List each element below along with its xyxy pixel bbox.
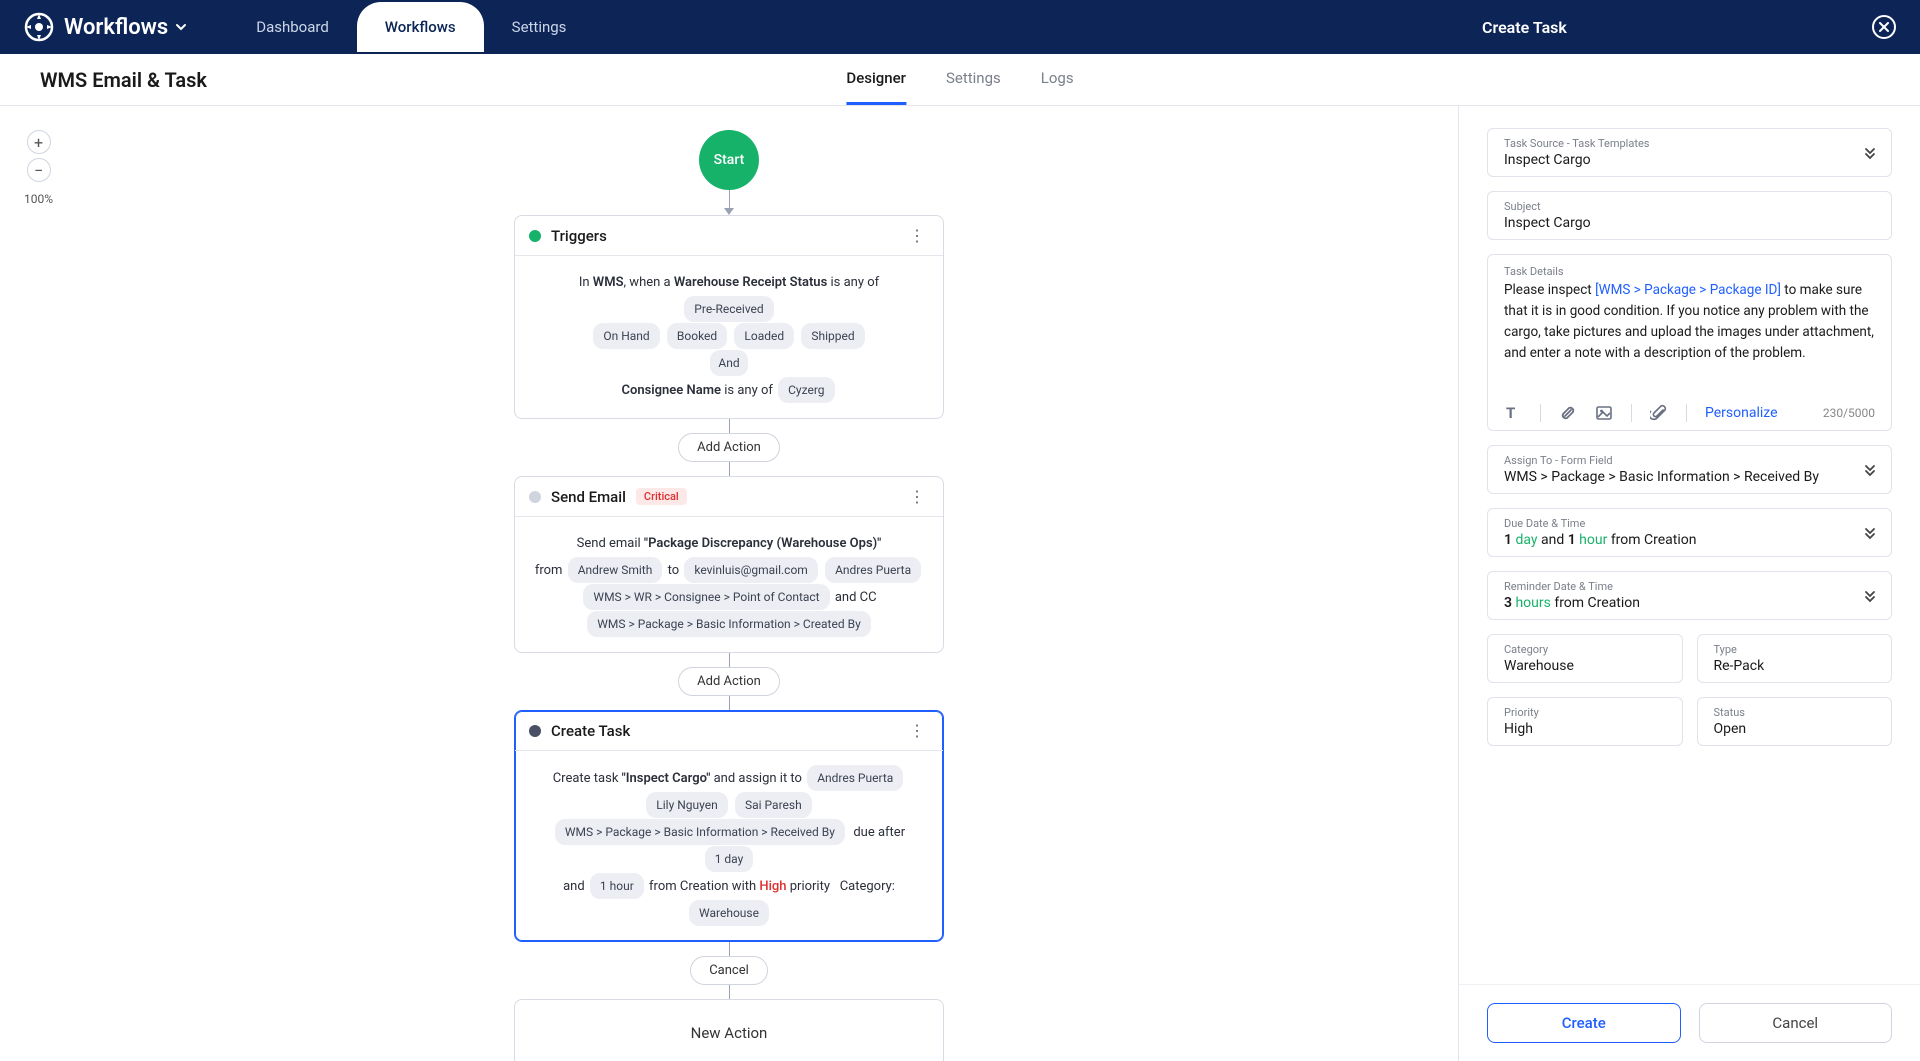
chip-status: Pre-Received — [684, 296, 773, 322]
subtab-logs[interactable]: Logs — [1041, 54, 1074, 105]
side-panel: Task Source - Task Templates Inspect Car… — [1458, 106, 1920, 1061]
details-toolbar: T Personalize 230/5000 — [1504, 396, 1875, 422]
cancel-button[interactable]: Cancel — [690, 956, 768, 985]
workflow-title: WMS Email & Task — [40, 68, 207, 92]
status-dot-icon — [529, 725, 541, 737]
brand-title-text: Workflows — [64, 15, 168, 40]
zoom-percent: 100% — [24, 192, 53, 206]
kebab-menu-icon[interactable]: ⋮ — [905, 721, 929, 740]
start-node[interactable]: Start — [699, 130, 759, 190]
nav-tab-settings[interactable]: Settings — [484, 2, 595, 52]
priority-field[interactable]: Priority High — [1487, 697, 1683, 746]
category-field[interactable]: Category Warehouse — [1487, 634, 1683, 683]
status-dot-icon — [529, 230, 541, 242]
brand-icon — [24, 12, 54, 42]
panel-body: Task Source - Task Templates Inspect Car… — [1459, 106, 1920, 984]
chevron-double-down-icon — [1863, 463, 1877, 477]
new-action-card[interactable]: New Action — [514, 999, 944, 1061]
flow-column: Start Triggers ⋮ In WMS, when a Warehous… — [0, 106, 1458, 1061]
close-icon[interactable] — [1872, 15, 1896, 39]
main: + − 100% Start Triggers ⋮ In WMS, when a… — [0, 106, 1920, 1061]
triggers-body: In WMS, when a Warehouse Receipt Status … — [515, 256, 943, 418]
reminder-date-field[interactable]: Reminder Date & Time 3 hours from Creati… — [1487, 571, 1892, 620]
zoom-controls: + − 100% — [24, 130, 53, 206]
subject-field[interactable]: Subject Inspect Cargo — [1487, 191, 1892, 240]
triggers-card[interactable]: Triggers ⋮ In WMS, when a Warehouse Rece… — [514, 215, 944, 419]
chevron-double-down-icon — [1863, 526, 1877, 540]
status-field[interactable]: Status Open — [1697, 697, 1893, 746]
char-counter: 230/5000 — [1823, 406, 1875, 420]
chip-person: Andres Puerta — [807, 765, 903, 791]
chip-status: Booked — [667, 323, 727, 349]
image-icon[interactable] — [1595, 404, 1613, 422]
subtabs: Designer Settings Logs — [846, 54, 1073, 105]
chip-person: Andrew Smith — [568, 557, 663, 583]
send-email-card[interactable]: Send Email Critical ⋮ Send email "Packag… — [514, 476, 944, 653]
brand: Workflows — [24, 12, 188, 42]
panel-title: Create Task — [1482, 18, 1567, 37]
nav-tab-dashboard[interactable]: Dashboard — [228, 2, 357, 52]
chip-person: Andres Puerta — [825, 557, 921, 583]
assign-to-field[interactable]: Assign To - Form Field WMS > Package > B… — [1487, 445, 1892, 494]
chip-duration: 1 hour — [590, 873, 644, 899]
chip-category: Warehouse — [689, 900, 769, 926]
panel-cancel-button[interactable]: Cancel — [1699, 1003, 1893, 1043]
brand-title[interactable]: Workflows — [64, 15, 188, 40]
create-task-card[interactable]: Create Task ⋮ Create task "Inspect Cargo… — [514, 710, 944, 942]
zoom-out-button[interactable]: − — [27, 158, 51, 182]
task-details-text[interactable]: Please inspect [WMS > Package > Package … — [1504, 280, 1875, 380]
send-email-title: Send Email Critical — [551, 488, 905, 506]
subtab-designer[interactable]: Designer — [846, 54, 906, 105]
chevron-double-down-icon — [1863, 146, 1877, 160]
chip-path: WMS > Package > Basic Information > Rece… — [555, 819, 845, 845]
chip-path: WMS > WR > Consignee > Point of Contact — [583, 584, 829, 610]
top-navbar: Workflows Dashboard Workflows Settings C… — [0, 0, 1920, 54]
canvas[interactable]: + − 100% Start Triggers ⋮ In WMS, when a… — [0, 106, 1458, 1061]
chip-status: Loaded — [734, 323, 794, 349]
triggers-title: Triggers — [551, 227, 905, 245]
chip-consignee: Cyzerg — [778, 377, 834, 403]
create-task-body: Create task "Inspect Cargo" and assign i… — [515, 751, 943, 941]
chip-email: kevinluis@gmail.com — [684, 557, 817, 583]
chip-person: Sai Paresh — [735, 792, 812, 818]
chip-path: WMS > Package > Basic Information > Crea… — [587, 611, 871, 637]
create-task-title: Create Task — [551, 722, 905, 740]
add-action-button[interactable]: Add Action — [678, 667, 780, 696]
text-format-icon[interactable]: T — [1504, 404, 1522, 422]
link-icon[interactable] — [1559, 404, 1577, 422]
chip-person: Lily Nguyen — [646, 792, 727, 818]
kebab-menu-icon[interactable]: ⋮ — [905, 226, 929, 245]
chip-and: And — [710, 350, 747, 376]
chip-status: On Hand — [593, 323, 659, 349]
zoom-in-button[interactable]: + — [27, 130, 51, 154]
personalize-link[interactable]: Personalize — [1705, 405, 1778, 421]
panel-header: Create Task — [1458, 0, 1920, 54]
due-date-field[interactable]: Due Date & Time 1 day and 1 hour from Cr… — [1487, 508, 1892, 557]
subtab-settings[interactable]: Settings — [946, 54, 1001, 105]
arrow-down-icon — [724, 208, 734, 215]
chevron-double-down-icon — [1863, 589, 1877, 603]
nav-tab-workflows[interactable]: Workflows — [357, 2, 484, 52]
critical-badge: Critical — [636, 488, 687, 505]
svg-text:T: T — [1506, 404, 1515, 422]
chevron-down-icon — [174, 20, 188, 34]
subheader: WMS Email & Task Designer Settings Logs — [0, 54, 1920, 106]
kebab-menu-icon[interactable]: ⋮ — [905, 487, 929, 506]
task-details-field[interactable]: Task Details Please inspect [WMS > Packa… — [1487, 254, 1892, 431]
status-dot-icon — [529, 491, 541, 503]
add-action-button[interactable]: Add Action — [678, 433, 780, 462]
task-source-field[interactable]: Task Source - Task Templates Inspect Car… — [1487, 128, 1892, 177]
panel-footer: Create Cancel — [1459, 984, 1920, 1061]
attachment-icon[interactable] — [1650, 404, 1668, 422]
type-field[interactable]: Type Re-Pack — [1697, 634, 1893, 683]
nav-tabs: Dashboard Workflows Settings — [228, 2, 594, 52]
send-email-body: Send email "Package Discrepancy (Warehou… — [515, 517, 943, 652]
create-button[interactable]: Create — [1487, 1003, 1681, 1043]
chip-status: Shipped — [801, 323, 864, 349]
chip-duration: 1 day — [705, 846, 754, 872]
